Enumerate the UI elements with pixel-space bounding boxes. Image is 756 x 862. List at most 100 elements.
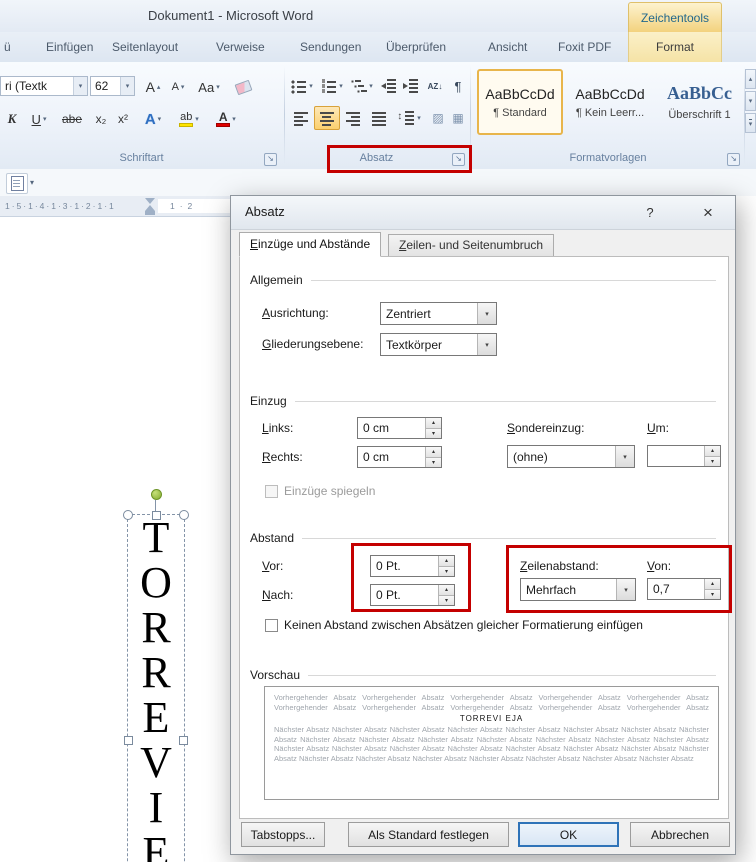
horizontal-ruler[interactable]: 1·5·1·4·1·3·1·2·1·1 1·2 — [0, 196, 233, 217]
font-size-combo[interactable]: 62 ▾ — [90, 76, 135, 96]
gliederungsebene-combo[interactable]: Textkörper ▾ — [380, 333, 497, 356]
borders-button[interactable]: ▦ — [446, 106, 470, 130]
resize-handle-top-right[interactable] — [179, 510, 189, 520]
um-spinner[interactable]: ▴▾ — [647, 445, 721, 467]
underline-button[interactable]: U ▾ — [24, 107, 54, 131]
ausrichtung-combo[interactable]: Zentriert ▾ — [380, 302, 497, 325]
shrink-font-button[interactable]: A ▾ — [166, 75, 190, 99]
resize-handle-top[interactable] — [152, 511, 161, 520]
tab-einzuege-und-abstaende[interactable]: Einzüge und Abstände — [239, 232, 381, 257]
spin-up-button[interactable]: ▴ — [425, 418, 441, 428]
gliederungsebene-label: Gliederungsebene: — [262, 337, 363, 351]
ok-button[interactable]: OK — [518, 822, 619, 847]
links-spinner[interactable]: 0 cm ▴▾ — [357, 417, 442, 439]
chevron-down-icon[interactable]: ▾ — [615, 446, 634, 467]
chevron-down-icon: ▾ — [369, 82, 373, 90]
spin-up-button[interactable]: ▴ — [704, 446, 720, 456]
chevron-down-icon[interactable]: ▾ — [73, 77, 87, 95]
vertical-textbox[interactable]: T O R R E V I E J A — [127, 514, 185, 862]
strikethrough-button[interactable]: abe — [56, 107, 88, 131]
dialog-title-bar[interactable]: Absatz ? × — [231, 196, 735, 230]
sort-button[interactable]: AZ↓ — [422, 74, 448, 98]
tab-verweise[interactable]: Verweise — [216, 32, 265, 62]
increase-indent-button[interactable] — [400, 74, 422, 98]
tab-format[interactable]: Format — [628, 32, 722, 62]
sort-az-icon: AZ↓ — [428, 82, 443, 91]
superscript-button[interactable]: x² — [112, 107, 134, 131]
close-icon[interactable]: × — [691, 201, 725, 225]
align-center-button[interactable] — [314, 106, 340, 130]
quick-access-button[interactable] — [6, 173, 28, 194]
section-vorschau: Vorschau — [250, 668, 716, 682]
pilcrow-icon: ¶ — [455, 79, 462, 94]
spin-down-button[interactable]: ▾ — [425, 457, 441, 468]
einzuege-spiegeln-checkbox[interactable] — [265, 485, 278, 498]
clear-formatting-button[interactable] — [230, 75, 256, 99]
change-case-button[interactable]: Aa ▾ — [192, 75, 226, 99]
resize-handle-top-left[interactable] — [123, 510, 133, 520]
resize-handle-left[interactable] — [124, 736, 133, 745]
text-effects-button[interactable]: A ▾ — [138, 107, 168, 131]
style-ueberschrift-1[interactable]: AaBbCc Überschrift 1 — [655, 69, 744, 135]
textbox-letter: E — [128, 695, 184, 740]
abbrechen-button[interactable]: Abbrechen — [630, 822, 730, 847]
show-paragraph-marks-button[interactable]: ¶ — [448, 74, 468, 98]
chevron-down-icon[interactable]: ▾ — [120, 77, 134, 95]
chevron-down-icon[interactable]: ▾ — [477, 303, 496, 324]
rotate-handle[interactable] — [151, 489, 162, 500]
textbox-letter: O — [128, 560, 184, 605]
rechts-spinner[interactable]: 0 cm ▴▾ — [357, 446, 442, 468]
tab-sendungen[interactable]: Sendungen — [300, 32, 361, 62]
tab-ueberpruefen[interactable]: Überprüfen — [386, 32, 446, 62]
decrease-indent-button[interactable] — [378, 74, 400, 98]
font-dialog-launcher[interactable]: ↘ — [264, 153, 277, 166]
multilevel-list-button[interactable]: ▾ — [348, 74, 376, 98]
resize-handle-right[interactable] — [179, 736, 188, 745]
zeichentools-tab-group[interactable]: Zeichentools — [628, 2, 722, 32]
spin-up-button[interactable]: ▴ — [425, 447, 441, 457]
spin-down-button[interactable]: ▾ — [425, 428, 441, 439]
styles-more-button[interactable]: ▾ — [745, 113, 756, 133]
tab-seitenlayout[interactable]: Seitenlayout — [112, 32, 178, 62]
highlight-color-button[interactable]: ab ▾ — [172, 107, 206, 131]
align-left-button[interactable] — [288, 106, 314, 130]
subscript-button[interactable]: x₂ — [90, 107, 112, 131]
chevron-down-icon: ▾ — [232, 115, 236, 123]
spin-down-button[interactable]: ▾ — [704, 456, 720, 467]
keinen-abstand-checkbox[interactable] — [265, 619, 278, 632]
justify-button[interactable] — [366, 106, 392, 130]
italic-button[interactable]: K — [2, 107, 22, 131]
chevron-down-icon[interactable]: ▾ — [30, 173, 34, 192]
als-standard-festlegen-button[interactable]: Als Standard festlegen — [348, 822, 509, 847]
font-color-button[interactable]: A ▾ — [210, 107, 242, 131]
styles-scroll-down-button[interactable]: ▾ — [745, 91, 756, 111]
sondereinzug-value: (ohne) — [513, 450, 548, 464]
numbering-button[interactable]: ▾ — [318, 74, 346, 98]
einzuege-spiegeln-label: Einzüge spiegeln — [284, 484, 375, 498]
tabstopps-button[interactable]: Tabstopps... — [241, 822, 325, 847]
help-button[interactable]: ? — [635, 203, 665, 223]
left-indent-marker[interactable] — [145, 211, 155, 215]
tab-zeilen-und-seitenumbruch[interactable]: Zeilen- und Seitenumbruch — [388, 234, 554, 257]
sondereinzug-combo[interactable]: (ohne) ▾ — [507, 445, 635, 468]
links-value: 0 cm — [363, 418, 389, 438]
chevron-down-icon[interactable]: ▾ — [477, 334, 496, 355]
nach-label: Nach: — [262, 588, 293, 602]
styles-dialog-launcher[interactable]: ↘ — [727, 153, 740, 166]
chevron-down-icon: ▾ — [417, 114, 421, 122]
tab-einfuegen[interactable]: Einfügen — [46, 32, 93, 62]
tab-partial[interactable]: ü — [4, 32, 11, 62]
style-kein-leerraum[interactable]: AaBbCcDd ¶ Kein Leerr... — [567, 69, 653, 135]
ribbon-tab-bar: ü Einfügen Seitenlayout Verweise Sendung… — [0, 32, 756, 62]
bullets-button[interactable]: ▾ — [288, 74, 316, 98]
tab-ansicht[interactable]: Ansicht — [488, 32, 527, 62]
numbering-icon — [321, 78, 337, 94]
grow-font-button[interactable]: A ▴ — [140, 75, 166, 99]
style-standard[interactable]: AaBbCcDd ¶ Standard — [477, 69, 563, 135]
align-right-button[interactable] — [340, 106, 366, 130]
first-line-indent-marker[interactable] — [145, 198, 155, 204]
font-name-combo[interactable]: ri (Textk ▾ — [0, 76, 88, 96]
line-spacing-button[interactable]: ↕ ▾ — [394, 106, 426, 130]
styles-scroll-up-button[interactable]: ▴ — [745, 69, 756, 89]
tab-foxit-pdf[interactable]: Foxit PDF — [558, 32, 611, 62]
